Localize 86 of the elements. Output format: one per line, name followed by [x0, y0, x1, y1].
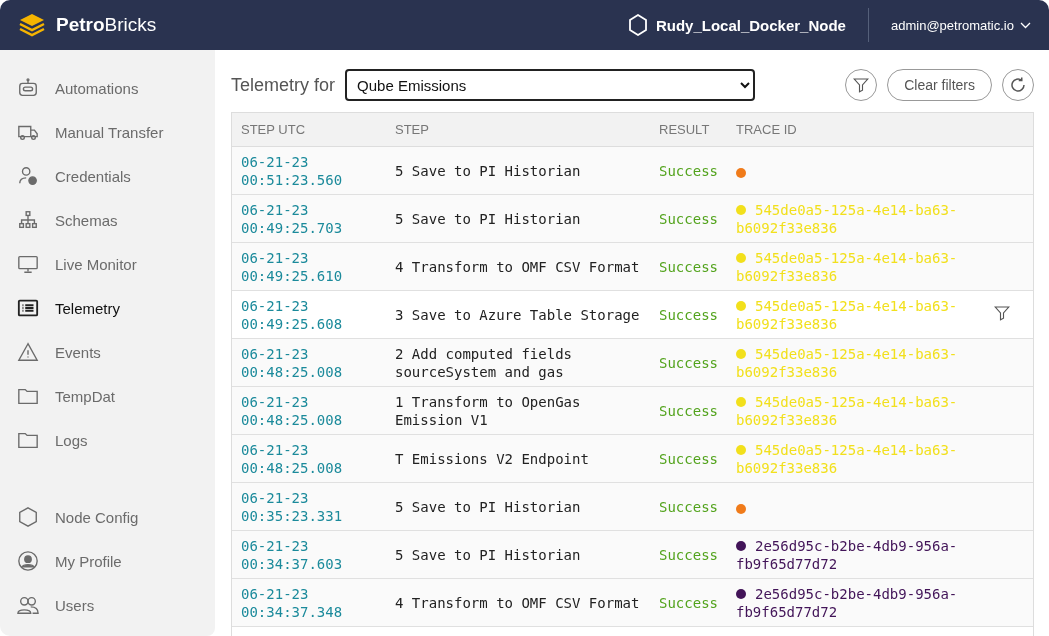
table-cell-text: 06-21-23 00:51:23.560: [241, 152, 344, 189]
table-row[interactable]: 06-21-23 00:34:37.348 4 Transform to OMF CSV Format Success 2e56d95c-b2be-4db9-956a- fb9f65d77d72: [232, 579, 1033, 627]
sidebar-item[interactable]: Events: [0, 330, 215, 374]
table-row[interactable]: 06-21-23 00:35:23.331 5 Save to PI Historian Success: [232, 483, 1033, 531]
table-cell-text: Success: [659, 497, 719, 516]
table-cell-text: T Emissions V2 Endpoint: [395, 449, 590, 468]
table-row[interactable]: 06-21-23 00:49:25.610 4 Transform to OMF CSV Format Success 545de0a5-125a-4e14-ba63- b6092f33e836: [232, 243, 1033, 291]
sidebar-item[interactable]: Automations: [0, 66, 215, 110]
filter-button[interactable]: [845, 69, 878, 101]
sidebar-item[interactable]: Manual Transfer: [0, 110, 215, 154]
table-cell-text: Success: [659, 305, 719, 324]
table-cell-text: 06-21-23 00:35:23.331: [241, 488, 344, 525]
list-icon: [17, 297, 39, 319]
table-cell-text: 5 Save to PI Historian: [395, 497, 582, 516]
robot-icon: [17, 77, 39, 99]
filter-icon: [993, 303, 1011, 322]
table-cell-text: Success: [659, 593, 719, 612]
hexagon-icon: [17, 506, 39, 528]
table-cell-text: 06-21-23 00:34:37.603: [241, 536, 344, 573]
table-cell-text: 06-21-23 00:49:25.610: [241, 248, 344, 285]
refresh-icon: [1009, 76, 1027, 94]
sidebar-item[interactable]: My Profile: [0, 539, 215, 583]
table-cell-text: Success: [659, 353, 719, 372]
table-cell-text: 1 Transform to OpenGas Emission V1: [395, 392, 582, 429]
table-cell-text: 06-21-23 00:34:37.348: [241, 584, 344, 621]
trace-id: 2e56d95c-b2be-4db9-956a- fb9f65d77d72: [736, 536, 958, 573]
trace-id: 545de0a5-125a-4e14-ba63- b6092f33e836: [736, 344, 958, 381]
table-cell-text: 06-21-23 00:48:25.008: [241, 392, 344, 429]
hexagon-icon: [627, 14, 648, 36]
table-cell-text: 5 Save to PI Historian: [395, 545, 582, 564]
column-header: RESULT: [659, 122, 711, 137]
clear-filters-button[interactable]: Clear filters: [887, 69, 992, 101]
filter-icon: [852, 76, 871, 94]
chevron-down-icon: [1020, 21, 1031, 29]
table-cell-text: Success: [659, 161, 719, 180]
user-menu[interactable]: admin@petromatic.io: [868, 17, 1031, 33]
trace-id: 545de0a5-125a-4e14-ba63- b6092f33e836: [736, 392, 958, 429]
table-row[interactable]: 06-21-23 00:49:25.703 5 Save to PI Historian Success 545de0a5-125a-4e14-ba63- b6092f33e836: [232, 195, 1033, 243]
sidebar-item[interactable]: Telemetry: [0, 286, 215, 330]
trace-id: 2e56d95c-b2be-4db9-956a- fb9f65d77d72: [736, 584, 958, 621]
column-header: STEP: [395, 122, 430, 137]
table-cell-text: 5 Save to PI Historian: [395, 161, 582, 180]
logo-icon: [18, 12, 46, 38]
sidebar-item[interactable]: Logs: [0, 418, 215, 462]
table-row[interactable]: 06-21-23 00:48:25.008 2 Add computed fields sourceSystem and gas Success 545de0a5-125a-4e14-ba63- b6092f33e836: [232, 339, 1033, 387]
table-cell-text: 06-21-23 00:48:25.008: [241, 344, 344, 381]
table-cell-text: 4 Transform to OMF CSV Format: [395, 593, 641, 612]
table-cell-text: 06-21-23 00:49:25.703: [241, 200, 344, 237]
sidebar-item[interactable]: TempDat: [0, 374, 215, 418]
monitor-icon: [17, 253, 39, 275]
table-cell-text: 5 Save to PI Historian: [395, 209, 582, 228]
brand-name: PetroBricks: [56, 14, 157, 36]
table-cell-text: Success: [659, 209, 719, 228]
refresh-button[interactable]: [1002, 69, 1034, 101]
table-row[interactable]: 06-21-23 00:48:25.008 1 Transform to OpenGas Emission V1 Success 545de0a5-125a-4e14-ba63- b6092f33e836: [232, 387, 1033, 435]
table-row[interactable]: 06-21-23 00:34:37.603 5 Save to PI Historian Success 2e56d95c-b2be-4db9-956a- fb9f65d77d72: [232, 531, 1033, 579]
sitemap-icon: [17, 209, 39, 231]
profile-icon: [17, 550, 39, 572]
users-icon: [17, 594, 39, 616]
trace-id: 545de0a5-125a-4e14-ba63- b6092f33e836: [736, 440, 958, 477]
trace-id: 545de0a5-125a-4e14-ba63- b6092f33e836: [736, 248, 958, 285]
sidebar-item[interactable]: Node Config: [0, 495, 215, 539]
column-header: TRACE ID: [736, 122, 798, 137]
table-cell-text: 3 Save to Azure Table Storage: [395, 305, 641, 324]
table-cell-text: Success: [659, 449, 719, 468]
sidebar-item[interactable]: Users: [0, 583, 215, 627]
table-cell-text: Success: [659, 545, 719, 564]
column-header: STEP UTC: [241, 122, 307, 137]
source-select[interactable]: Qube Emissions: [345, 69, 756, 101]
table-cell-text: 06-21-23 00:49:25.608: [241, 296, 344, 333]
sidebar-item[interactable]: Live Monitor: [0, 242, 215, 286]
table-cell-text: Success: [659, 257, 719, 276]
table-cell-text: 2 Add computed fields sourceSystem and gas: [395, 344, 573, 381]
table-cell-text: 06-21-23 00:48:25.008: [241, 440, 344, 477]
trace-id: 545de0a5-125a-4e14-ba63- b6092f33e836: [736, 296, 958, 333]
warning-icon: [17, 341, 39, 363]
user-check-icon: [17, 165, 39, 187]
node-name: Rudy_Local_Docker_Node: [655, 16, 846, 34]
trace-id: 545de0a5-125a-4e14-ba63- b6092f33e836: [736, 200, 958, 237]
table-cell-text: Success: [659, 401, 719, 420]
table-row[interactable]: 06-21-23 00:48:25.008 T Emissions V2 Endpoint Success 545de0a5-125a-4e14-ba63- b6092f33e836: [232, 435, 1033, 483]
table-row[interactable]: 06-21-23 00:51:23.560 5 Save to PI Historian Success: [232, 147, 1033, 195]
table-cell-text: 4 Transform to OMF CSV Format: [395, 257, 641, 276]
page-title: Telemetry for: [231, 74, 336, 96]
sidebar-item[interactable]: Credentials: [0, 154, 215, 198]
sidebar-item[interactable]: Schemas: [0, 198, 215, 242]
